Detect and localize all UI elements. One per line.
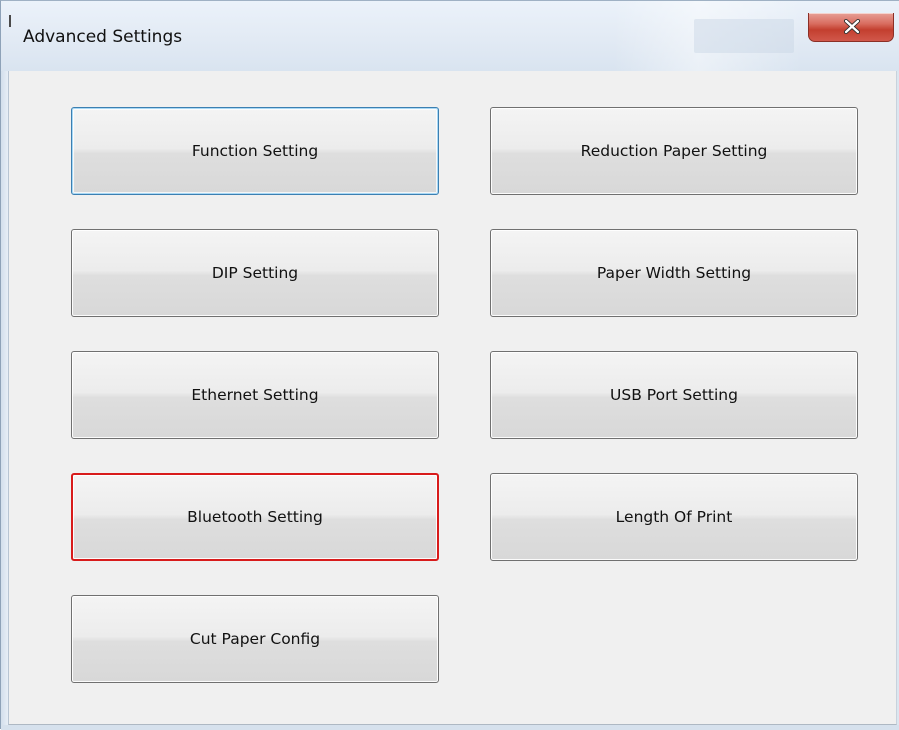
dip-setting-button[interactable]: DIP Setting xyxy=(71,229,439,317)
advanced-settings-window: Advanced Settings Function Setting Reduc… xyxy=(0,0,899,730)
window-bottom-frame xyxy=(1,725,899,730)
usb-port-setting-button[interactable]: USB Port Setting xyxy=(490,351,858,439)
ethernet-setting-button[interactable]: Ethernet Setting xyxy=(71,351,439,439)
close-x-icon xyxy=(844,19,860,34)
paper-width-setting-button[interactable]: Paper Width Setting xyxy=(490,229,858,317)
title-bar-glass-reflection xyxy=(694,19,794,53)
close-button[interactable] xyxy=(808,13,894,42)
reduction-paper-setting-button[interactable]: Reduction Paper Setting xyxy=(490,107,858,195)
window-edge-mark xyxy=(9,15,11,27)
window-title: Advanced Settings xyxy=(23,27,183,47)
cut-paper-config-button[interactable]: Cut Paper Config xyxy=(71,595,439,683)
title-bar[interactable]: Advanced Settings xyxy=(1,1,899,71)
length-of-print-button[interactable]: Length Of Print xyxy=(490,473,858,561)
bluetooth-setting-button[interactable]: Bluetooth Setting xyxy=(71,473,439,561)
window-left-frame xyxy=(1,71,8,725)
function-setting-button[interactable]: Function Setting xyxy=(71,107,439,195)
